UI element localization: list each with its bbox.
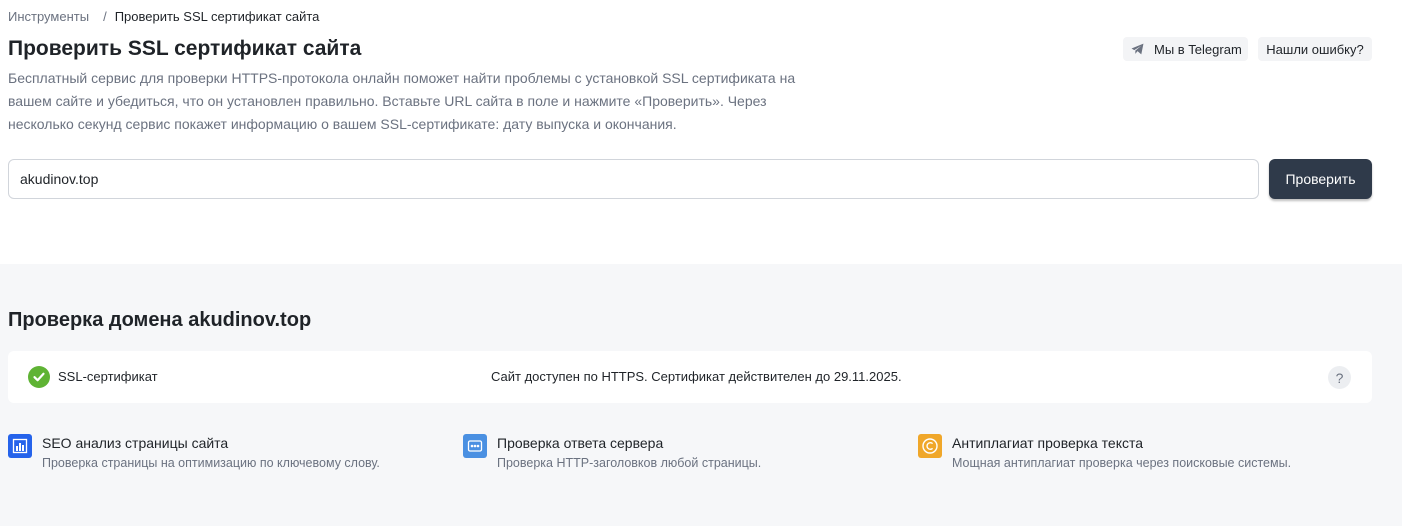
report-error-label: Нашли ошибку? [1266,41,1364,57]
results-section: Проверка домена akudinov.top SSL-сертифи… [0,264,1402,526]
send-icon [1131,43,1144,55]
page-title: Проверить SSL сертификат сайта [8,37,362,60]
tool-title: Проверка ответа сервера [497,435,664,451]
tool-title: Антиплагиат проверка текста [952,435,1144,451]
telegram-button[interactable]: Мы в Telegram [1123,37,1248,61]
tool-subtitle: Мощная антиплагиат проверка через поиско… [952,456,1292,470]
top-section: Инструменты / Проверить SSL сертификат сай… [0,0,1402,264]
check-circle-icon [28,366,50,388]
telegram-button-label: Мы в Telegram [1154,41,1242,57]
results-title: Проверка домена akudinov.top [8,309,312,331]
ssl-check-row: SSL-сертификат Сайт доступен по HTTPS. С… [8,351,1372,403]
server-response-icon [463,434,487,458]
url-input[interactable] [8,159,1259,199]
help-icon[interactable]: ? [1328,366,1351,389]
report-error-button[interactable]: Нашли ошибку? [1258,37,1372,61]
breadcrumb-link-tools[interactable]: Инструменты [8,9,89,24]
copyright-icon [918,434,942,458]
breadcrumb-separator: / [103,9,107,24]
breadcrumb-current: Проверить SSL сертификат сайта [114,9,320,24]
page-description: Бесплатный сервис для проверки HTTPS-про… [8,70,796,132]
bar-chart-icon [8,434,32,458]
tool-title: SEO анализ страницы сайта [42,435,229,451]
tool-link-seo-analysis[interactable]: SEO анализ страницы сайта Проверка стран… [8,434,380,472]
breadcrumb: Инструменты / Проверить SSL сертификат сай… [8,9,319,24]
ssl-check-message: Сайт доступен по HTTPS. Сертификат дейст… [491,369,902,384]
check-button[interactable]: Проверить [1269,159,1372,199]
tool-subtitle: Проверка HTTP-заголовков любой страницы. [497,456,762,470]
tool-subtitle: Проверка страницы на оптимизацию по ключ… [42,456,380,470]
ssl-check-label: SSL-сертификат [58,369,158,384]
tool-link-server-response[interactable]: Проверка ответа сервера Проверка HTTP-за… [463,434,761,472]
tool-link-antiplagiarism[interactable]: Антиплагиат проверка текста Мощная антип… [918,434,1291,472]
